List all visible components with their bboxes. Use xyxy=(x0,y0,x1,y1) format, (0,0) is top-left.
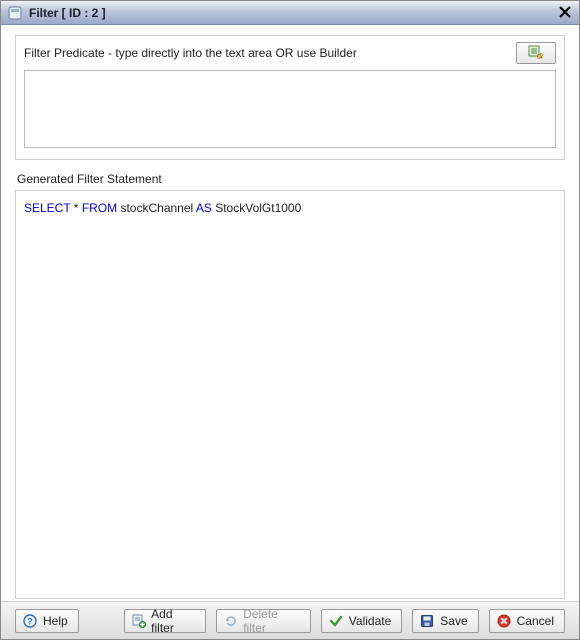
builder-button[interactable] xyxy=(516,42,556,64)
kw-from: FROM xyxy=(82,201,117,215)
add-filter-icon xyxy=(131,613,146,629)
kw-as: AS xyxy=(196,201,212,215)
help-icon: ? xyxy=(22,613,38,629)
save-label: Save xyxy=(440,614,467,628)
help-label: Help xyxy=(43,614,68,628)
save-button[interactable]: Save xyxy=(412,609,478,633)
button-bar: ? Help Add filter xyxy=(1,601,579,639)
help-button[interactable]: ? Help xyxy=(15,609,79,633)
window-title: Filter [ ID : 2 ] xyxy=(29,6,106,20)
svg-text:?: ? xyxy=(27,616,33,626)
validate-label: Validate xyxy=(349,614,391,628)
validate-icon xyxy=(328,613,344,629)
predicate-label: Filter Predicate - type directly into th… xyxy=(24,46,357,60)
filter-dialog: Filter [ ID : 2 ] Filter Predicate - typ… xyxy=(0,0,580,640)
txt-src: stockChannel xyxy=(117,201,196,215)
kw-select: SELECT xyxy=(24,201,70,215)
predicate-group: Filter Predicate - type directly into th… xyxy=(15,35,565,160)
predicate-input[interactable] xyxy=(24,70,556,148)
delete-filter-icon xyxy=(223,613,238,629)
titlebar: Filter [ ID : 2 ] xyxy=(1,1,579,25)
predicate-header: Filter Predicate - type directly into th… xyxy=(24,42,556,64)
txt-starfrom: * xyxy=(70,201,81,215)
builder-icon xyxy=(528,44,544,63)
cancel-button[interactable]: Cancel xyxy=(489,609,565,633)
validate-button[interactable]: Validate xyxy=(321,609,402,633)
delete-filter-label: Delete filter xyxy=(243,607,300,635)
cancel-label: Cancel xyxy=(517,614,554,628)
window-icon xyxy=(7,5,23,21)
close-icon[interactable] xyxy=(557,4,573,20)
statement-label: Generated Filter Statement xyxy=(17,172,565,186)
cancel-icon xyxy=(496,613,512,629)
txt-alias: StockVolGt1000 xyxy=(212,201,301,215)
save-icon xyxy=(419,613,435,629)
add-filter-button[interactable]: Add filter xyxy=(124,609,206,633)
dialog-content: Filter Predicate - type directly into th… xyxy=(1,25,579,601)
delete-filter-button[interactable]: Delete filter xyxy=(216,609,311,633)
add-filter-label: Add filter xyxy=(151,607,195,635)
statement-box: SELECT * FROM stockChannel AS StockVolGt… xyxy=(15,190,565,599)
